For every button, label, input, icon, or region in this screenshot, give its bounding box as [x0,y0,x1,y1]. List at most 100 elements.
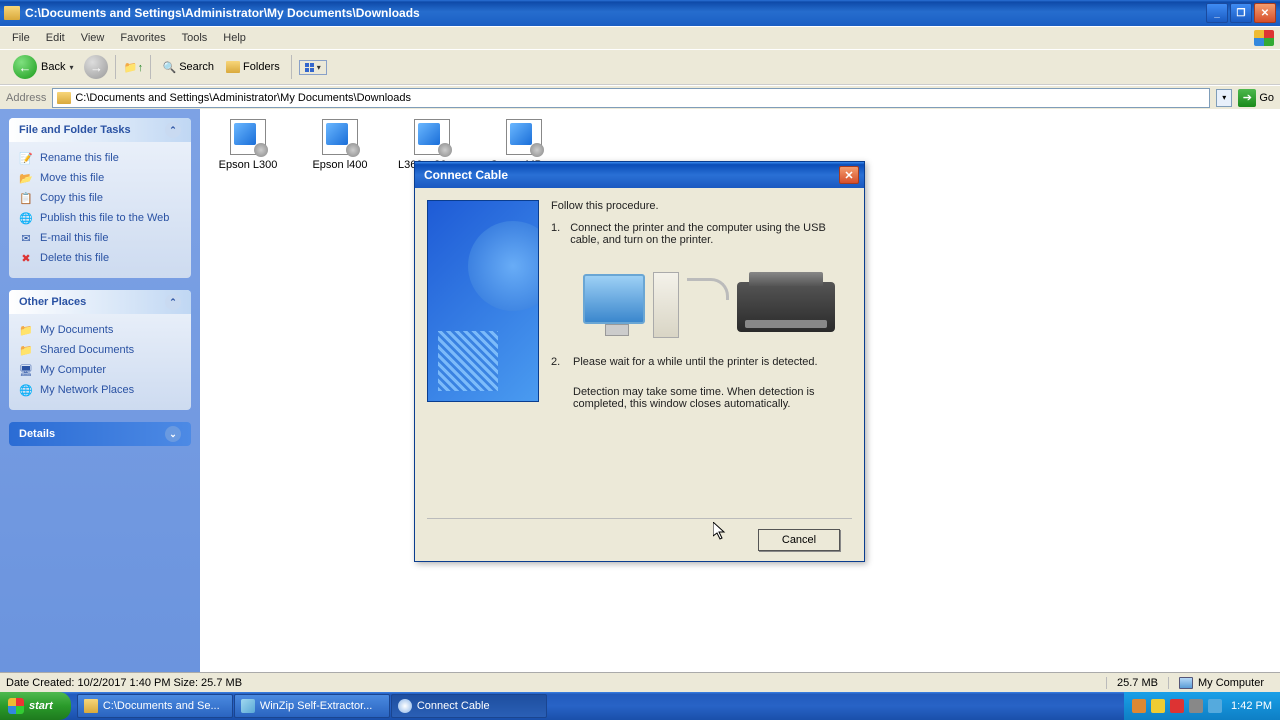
go-button[interactable]: ➔ Go [1238,89,1274,107]
dialog-titlebar[interactable]: Connect Cable ✕ [415,162,864,188]
file-item[interactable]: Epson L300 [214,119,282,171]
panel-title: Details [19,428,55,440]
menu-edit[interactable]: Edit [38,29,73,47]
tray-shield-icon[interactable] [1170,699,1184,713]
maximize-button[interactable]: ❐ [1230,3,1252,23]
taskbar-item-winzip[interactable]: WinZip Self-Extractor... [234,694,390,718]
dialog-content: Follow this procedure. 1. Connect the pr… [551,200,852,506]
cancel-button[interactable]: Cancel [758,529,840,551]
exe-icon [414,119,450,155]
step-2-text: Please wait for a while until the printe… [573,356,818,368]
back-button[interactable]: ← Back ▾ [6,52,80,82]
dialog-close-button[interactable]: ✕ [839,166,859,184]
chevron-up-icon: ⌃ [165,122,181,138]
taskbar-item-explorer[interactable]: C:\Documents and Se... [77,694,233,718]
winzip-icon [241,699,255,713]
chevron-down-icon: ▾ [317,63,321,72]
task-email[interactable]: ✉E-mail this file [19,228,181,248]
dialog-title: Connect Cable [420,168,839,182]
printer-icon [737,282,835,332]
search-button[interactable]: 🔍 Search [158,59,218,76]
tray-icon[interactable] [1132,699,1146,713]
exe-icon [322,119,358,155]
connection-graphic [565,256,852,342]
address-path: C:\Documents and Settings\Administrator\… [75,92,411,104]
copy-icon: 📋 [19,191,33,205]
usb-cable-icon [687,278,729,300]
separator [115,55,116,79]
panel-header-tasks[interactable]: File and Folder Tasks ⌃ [9,118,191,142]
file-label: Epson l400 [306,159,374,171]
network-icon: 🌐 [19,383,33,397]
system-tray[interactable]: 1:42 PM [1124,692,1280,720]
taskbar-item-connect[interactable]: Connect Cable [391,694,547,718]
panel-header-places[interactable]: Other Places ⌃ [9,290,191,314]
task-publish[interactable]: 🌐Publish this file to the Web [19,208,181,228]
exe-icon [506,119,542,155]
dialog-follow: Follow this procedure. [551,200,852,212]
chevron-down-icon: ⌄ [165,426,181,442]
place-mycomputer[interactable]: 🖥My Computer [19,360,181,380]
tray-network-icon[interactable] [1208,699,1222,713]
step-num-2: 2. [551,356,563,368]
clock[interactable]: 1:42 PM [1231,700,1272,712]
address-field[interactable]: C:\Documents and Settings\Administrator\… [52,88,1210,108]
forward-button[interactable]: → [84,55,108,79]
status-size: 25.7 MB [1106,677,1168,689]
up-button[interactable]: 📁↑ [123,57,143,77]
windows-logo-icon [8,698,24,714]
chevron-down-icon: ▾ [69,63,73,72]
taskbar: start C:\Documents and Se... WinZip Self… [0,692,1280,720]
task-copy[interactable]: 📋Copy this file [19,188,181,208]
toolbar: ← Back ▾ → 📁↑ 🔍 Search Folders ▾ [0,49,1280,85]
start-label: start [29,700,53,712]
place-network[interactable]: 🌐My Network Places [19,380,181,400]
address-label: Address [6,92,46,104]
address-bar: Address C:\Documents and Settings\Admini… [0,85,1280,109]
go-arrow-icon: ➔ [1238,89,1256,107]
rename-icon: 📝 [19,151,33,165]
start-button[interactable]: start [0,692,71,720]
menu-favorites[interactable]: Favorites [112,29,173,47]
separator [291,55,292,79]
computer-icon: 🖥 [19,363,33,377]
task-delete[interactable]: ✖Delete this file [19,248,181,268]
folder-icon [57,92,71,104]
panel-file-tasks: File and Folder Tasks ⌃ 📝Rename this fil… [9,118,191,278]
dialog-footer: Cancel [427,518,852,561]
back-arrow-icon: ← [13,55,37,79]
menu-help[interactable]: Help [215,29,254,47]
task-move[interactable]: 📂Move this file [19,168,181,188]
delete-icon: ✖ [19,251,33,265]
place-mydocs[interactable]: 📁My Documents [19,320,181,340]
back-label: Back [41,61,65,73]
tray-icon[interactable] [1151,699,1165,713]
go-label: Go [1259,92,1274,104]
file-label: Epson L300 [214,159,282,171]
step-1-text: Connect the printer and the computer usi… [570,222,852,246]
dialog-connect-cable: Connect Cable ✕ Follow this procedure. 1… [414,161,865,562]
panel-header-details[interactable]: Details ⌄ [9,422,191,446]
minimize-button[interactable]: _ [1206,3,1228,23]
folder-icon: 📁 [19,323,33,337]
file-item[interactable]: Epson l400 [306,119,374,171]
status-location: My Computer [1168,677,1274,689]
view-icon [305,63,314,72]
task-rename[interactable]: 📝Rename this file [19,148,181,168]
menu-view[interactable]: View [73,29,113,47]
windows-flag-icon[interactable] [1254,30,1274,46]
folders-button[interactable]: Folders [222,59,284,75]
window-title: C:\Documents and Settings\Administrator\… [25,6,1206,20]
view-mode-button[interactable]: ▾ [299,60,327,75]
place-shared[interactable]: 📁Shared Documents [19,340,181,360]
folders-label: Folders [243,61,280,73]
close-button[interactable]: ✕ [1254,3,1276,23]
menu-tools[interactable]: Tools [174,29,216,47]
folder-icon: 📁 [19,343,33,357]
monitor-icon [583,274,645,324]
installer-icon [398,699,412,713]
menu-file[interactable]: File [4,29,38,47]
status-bar: Date Created: 10/2/2017 1:40 PM Size: 25… [0,672,1280,692]
tray-volume-icon[interactable] [1189,699,1203,713]
address-dropdown[interactable]: ▾ [1216,89,1232,107]
